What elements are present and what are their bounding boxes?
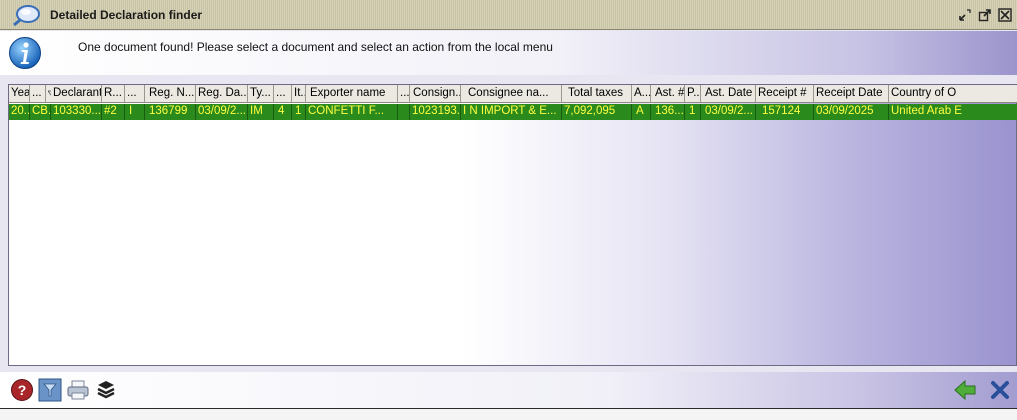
table-header: Year ... Declarant R... ... Reg. N... Re… <box>9 85 1017 103</box>
cell-a: A <box>632 104 651 120</box>
col-header-p[interactable]: P... <box>685 85 701 103</box>
minimize-icon[interactable] <box>958 8 972 22</box>
col-header-receipt-date[interactable]: Receipt Date <box>814 85 889 103</box>
col-header-a[interactable]: A... <box>632 85 651 103</box>
col-header-blank1[interactable]: ... <box>125 85 145 103</box>
info-message: One document found! Please select a docu… <box>78 40 553 54</box>
col-header-blank2[interactable]: ... <box>274 85 292 103</box>
info-banner: One document found! Please select a docu… <box>0 31 1017 75</box>
col-header-year[interactable]: Year <box>9 85 30 103</box>
cell-receipt-date: 03/09/2025 <box>814 104 889 120</box>
search-magnifier-icon <box>12 4 42 27</box>
bottom-toolbar: ? <box>0 372 1017 408</box>
title-bar: Detailed Declaration finder <box>0 0 1017 30</box>
cell-exporter-name: CONFETTI F... <box>306 104 398 120</box>
col-header-receipt-number[interactable]: Receipt # <box>756 85 814 103</box>
col-header-blank3[interactable]: ... <box>398 85 410 103</box>
close-window-icon[interactable] <box>998 8 1012 22</box>
col-header-ast-date[interactable]: Ast. Date <box>701 85 756 103</box>
print-icon[interactable] <box>66 378 90 402</box>
help-icon[interactable]: ? <box>10 378 34 402</box>
layers-icon[interactable] <box>94 378 118 402</box>
declaration-finder-window: Detailed Declaration finder One document… <box>0 0 1017 420</box>
cell-reg-date: 03/09/2... <box>196 104 248 120</box>
col-header-item[interactable]: It... <box>292 85 306 103</box>
col-header-consignee-code[interactable]: Consign... <box>410 85 461 103</box>
cell-consignee-name: I N IMPORT & E... <box>461 104 562 120</box>
col-header-exporter-name[interactable]: Exporter name <box>306 85 398 103</box>
col-header-reg-date[interactable]: Reg. Da... <box>196 85 248 103</box>
cell-blank3 <box>398 104 410 120</box>
cell-consignee-code: 1023193... <box>410 104 461 120</box>
cell-p: 1 <box>685 104 701 120</box>
cell-blank1: I <box>125 104 145 120</box>
cell-ast-date: 03/09/2... <box>701 104 756 120</box>
ok-arrow-icon[interactable] <box>953 378 977 402</box>
cell-office: CB... <box>30 104 51 120</box>
cell-blank2: 4 <box>274 104 292 120</box>
col-header-declarant[interactable]: Declarant <box>51 85 102 103</box>
window-title: Detailed Declaration finder <box>50 8 203 22</box>
cell-declarant: 103330... <box>51 104 102 120</box>
cell-total-taxes: 7,092,095 <box>562 104 632 120</box>
status-bar <box>0 408 1017 420</box>
cell-r: #2 <box>102 104 125 120</box>
col-header-ast-number[interactable]: Ast. # <box>651 85 685 103</box>
results-table-panel: Year ... Declarant R... ... Reg. N... Re… <box>8 84 1017 366</box>
table-row[interactable]: 20... CB... 103330... #2 I 136799 03/09/… <box>9 104 1017 120</box>
col-header-consignee-name[interactable]: Consignee na... <box>461 85 562 103</box>
col-header-total-taxes[interactable]: Total taxes <box>562 85 632 103</box>
close-icon[interactable] <box>988 378 1012 402</box>
cell-type: IM <box>248 104 274 120</box>
cell-item: 1 <box>292 104 306 120</box>
cell-reg-number: 136799 <box>145 104 196 120</box>
cell-receipt-number: 157124 <box>756 104 814 120</box>
col-header-type[interactable]: Ty... <box>248 85 274 103</box>
info-icon <box>8 36 42 70</box>
cell-country-of-origin: United Arab E <box>891 105 962 117</box>
filter-icon[interactable] <box>38 378 62 402</box>
maximize-icon[interactable] <box>978 8 992 22</box>
col-header-country-of-origin[interactable]: Country of O <box>889 85 1017 103</box>
cell-ast-number: 136... <box>651 104 685 120</box>
col-header-reg-number[interactable]: Reg. N... <box>145 85 196 103</box>
col-header-office[interactable]: ... <box>30 85 46 103</box>
svg-text:?: ? <box>18 382 27 398</box>
col-header-r[interactable]: R... <box>102 85 125 103</box>
cell-year: 20... <box>9 104 30 120</box>
